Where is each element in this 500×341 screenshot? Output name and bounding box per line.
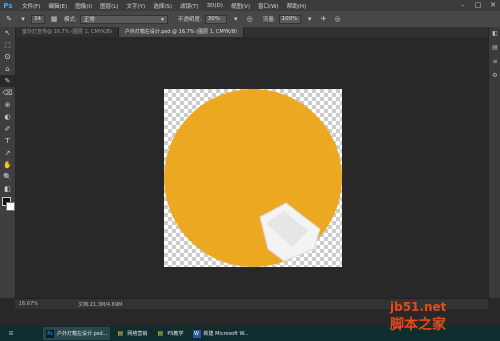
tab-document-1[interactable]: 室外灯宣传@ 16.7% (图层 1, CMYK/8) bbox=[16, 27, 119, 37]
document-canvas[interactable] bbox=[164, 89, 342, 267]
photoshop-icon: Ps bbox=[46, 329, 54, 338]
airbrush-icon[interactable]: ✈ bbox=[319, 14, 329, 24]
menu-filter[interactable]: 滤镜(T) bbox=[180, 2, 199, 10]
taskbar-item-label: 网络营销 bbox=[127, 331, 148, 337]
opacity-field[interactable]: 30% bbox=[204, 14, 227, 24]
tools-panel: ↖ ⬚ ʘ ⌂ ✎ ⌫ ⊕ ◐ ✐ T ↗ ✋ 🔍 ◧ bbox=[0, 27, 16, 298]
brush-panel-icon[interactable]: ▦ bbox=[49, 14, 59, 24]
folder-icon: ▤ bbox=[157, 329, 164, 337]
document-tabs: 室外灯宣传@ 16.7% (图层 1, CMYK/8) 户外灯箱左设计.psd … bbox=[16, 27, 488, 37]
taskbar-item-photoshop[interactable]: Ps 户外灯箱左设计.psd... bbox=[43, 327, 111, 340]
mode-label: 模式: bbox=[64, 17, 77, 23]
menu-file[interactable]: 文件(F) bbox=[22, 2, 40, 10]
menu-image[interactable]: 图像(I) bbox=[75, 2, 92, 10]
mode-select[interactable]: 正常 ▾ bbox=[79, 14, 168, 24]
settings-panel-icon[interactable]: ⚙ bbox=[489, 69, 500, 83]
mode-value: 正常 bbox=[83, 16, 95, 23]
word-icon: W bbox=[192, 329, 201, 338]
layers-panel-icon[interactable]: ◧ bbox=[489, 27, 500, 41]
chevron-down-icon[interactable]: ▾ bbox=[231, 14, 241, 24]
marquee-tool-icon[interactable]: ⬚ bbox=[0, 39, 15, 51]
menu-layer[interactable]: 图层(L) bbox=[100, 2, 118, 10]
menu-select[interactable]: 选择(S) bbox=[153, 2, 172, 10]
pressure-opacity-icon[interactable]: ◎ bbox=[245, 14, 255, 24]
maximize-icon[interactable]: □ bbox=[471, 1, 485, 10]
color-swatches[interactable] bbox=[0, 195, 15, 213]
brush-tool-icon[interactable]: ✎ bbox=[0, 75, 15, 87]
hand-tool-icon[interactable]: ✋ bbox=[0, 159, 15, 171]
chevron-down-icon[interactable]: ▾ bbox=[18, 14, 28, 24]
quick-mask-icon[interactable]: ◧ bbox=[0, 183, 15, 195]
tab-document-2[interactable]: 户外灯箱左设计.psd @ 16.7% (图层 1, CMYK/8) bbox=[118, 27, 244, 37]
menu-type[interactable]: 文字(Y) bbox=[127, 2, 146, 10]
brush-tool-icon[interactable]: ✎ bbox=[4, 14, 14, 24]
chevron-down-icon: ▾ bbox=[161, 16, 164, 23]
stamp-tool-icon[interactable]: ⊕ bbox=[0, 99, 15, 111]
taskbar-item-folder-1[interactable]: ▤ 网络营销 bbox=[113, 327, 150, 340]
eraser-tool-icon[interactable]: ⌫ bbox=[0, 87, 15, 99]
menu-help[interactable]: 帮助(H) bbox=[287, 2, 306, 10]
dodge-tool-icon[interactable]: ◐ bbox=[0, 111, 15, 123]
start-button[interactable]: ⊞ bbox=[4, 327, 40, 340]
menu-edit[interactable]: 编辑(E) bbox=[48, 2, 67, 10]
chevron-down-icon[interactable]: ▾ bbox=[305, 14, 315, 24]
paper-curl-graphic bbox=[259, 202, 321, 262]
path-select-tool-icon[interactable]: ↗ bbox=[0, 147, 15, 159]
taskbar-item-label: 新建 Microsoft W... bbox=[203, 331, 249, 337]
flow-field[interactable]: 100% bbox=[278, 14, 301, 24]
document-size: 文档:21.3M/4.69M bbox=[78, 301, 123, 308]
watermark: jb51.net 脚本之家 bbox=[390, 300, 446, 334]
type-tool-icon[interactable]: T bbox=[0, 135, 15, 147]
menu-window[interactable]: 窗口(W) bbox=[258, 2, 279, 10]
opacity-label: 不透明度: bbox=[177, 17, 202, 23]
zoom-tool-icon[interactable]: 🔍 bbox=[0, 171, 15, 183]
taskbar-item-label: 户外灯箱左设计.psd... bbox=[57, 331, 108, 337]
crop-tool-icon[interactable]: ⌂ bbox=[0, 63, 15, 75]
menu-view[interactable]: 视图(V) bbox=[231, 2, 250, 10]
photoshop-logo-icon: Ps bbox=[3, 1, 13, 10]
menu-3d[interactable]: 3D(D) bbox=[207, 3, 223, 9]
zoom-level[interactable]: 16.67% bbox=[19, 301, 38, 307]
history-panel-icon[interactable]: ▤ bbox=[489, 41, 500, 55]
properties-panel-icon[interactable]: ≡ bbox=[489, 55, 500, 69]
minimize-icon[interactable]: – bbox=[456, 1, 470, 10]
pressure-size-icon[interactable]: ◎ bbox=[333, 14, 343, 24]
folder-icon: ▤ bbox=[117, 329, 124, 337]
menu-bar: Ps 文件(F) 编辑(E) 图像(I) 图层(L) 文字(Y) 选择(S) 滤… bbox=[0, 0, 500, 11]
background-color-swatch[interactable] bbox=[6, 202, 15, 211]
flow-label: 流量: bbox=[262, 17, 276, 23]
taskbar-item-folder-2[interactable]: ▤ PS教学 bbox=[153, 327, 186, 340]
pen-tool-icon[interactable]: ✐ bbox=[0, 123, 15, 135]
watermark-site: jb51.net bbox=[390, 300, 447, 314]
options-bar: ✎ ▾ 34 ▦ 模式: 正常 ▾ 不透明度: 30% ▾ ◎ 流量: 100%… bbox=[0, 11, 500, 28]
move-tool-icon[interactable]: ↖ bbox=[0, 27, 15, 39]
close-icon[interactable]: ✕ bbox=[486, 1, 500, 10]
taskbar-item-label: PS教学 bbox=[167, 331, 184, 337]
lasso-tool-icon[interactable]: ʘ bbox=[0, 51, 15, 63]
brush-size-field[interactable]: 34 bbox=[31, 14, 45, 24]
windows-icon: ⊞ bbox=[8, 329, 14, 337]
watermark-text: 脚本之家 bbox=[390, 317, 446, 333]
taskbar-item-word[interactable]: W 新建 Microsoft W... bbox=[190, 327, 252, 340]
right-panel-strip: ◧ ▤ ≡ ⚙ bbox=[488, 27, 500, 298]
